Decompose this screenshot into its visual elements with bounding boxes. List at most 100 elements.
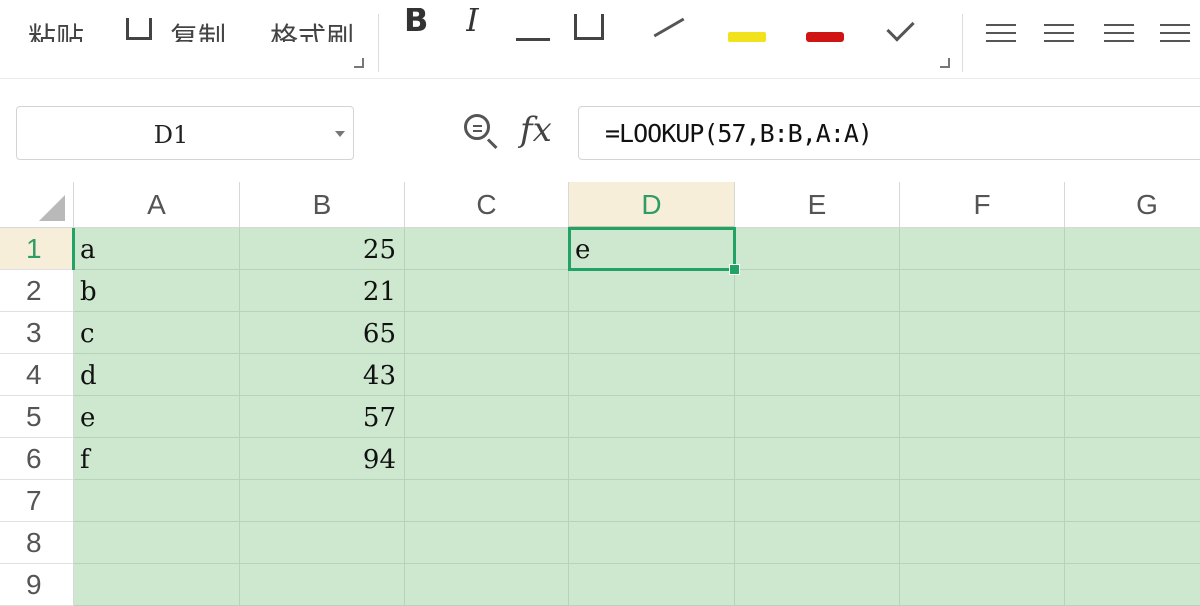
cell-g5[interactable] (1065, 396, 1200, 438)
cell-d1[interactable]: e (568, 227, 736, 271)
clear-format-icon[interactable] (882, 8, 922, 42)
row-header-4[interactable]: 4 (0, 354, 74, 396)
cell-f4[interactable] (900, 354, 1065, 396)
cell-d5[interactable] (569, 396, 735, 438)
cell-g7[interactable] (1065, 480, 1200, 522)
formula-input[interactable]: =LOOKUP(57,B:B,A:A) (578, 106, 1200, 160)
cell-g9[interactable] (1065, 564, 1200, 606)
cell-c4[interactable] (405, 354, 569, 396)
cell-f2[interactable] (900, 270, 1065, 312)
cell-c3[interactable] (405, 312, 569, 354)
cell-a3[interactable]: c (74, 312, 240, 354)
cell-f7[interactable] (900, 480, 1065, 522)
clipboard-dialog-launcher[interactable] (354, 58, 364, 68)
cell-g2[interactable] (1065, 270, 1200, 312)
cell-f1[interactable] (900, 228, 1065, 270)
row-header-2[interactable]: 2 (0, 270, 74, 312)
align-middle-icon[interactable] (1044, 22, 1078, 42)
fill-handle[interactable] (729, 264, 740, 275)
column-header-b[interactable]: B (240, 182, 405, 228)
cell-d4[interactable] (569, 354, 735, 396)
row-header-7[interactable]: 7 (0, 480, 74, 522)
italic-icon[interactable]: I (466, 8, 486, 42)
cell-e2[interactable] (735, 270, 900, 312)
cell-b8[interactable] (240, 522, 405, 564)
cell-e9[interactable] (735, 564, 900, 606)
underline-icon[interactable] (516, 8, 552, 42)
zoom-icon[interactable] (462, 112, 502, 152)
font-dialog-launcher[interactable] (940, 58, 950, 68)
select-all-button[interactable] (0, 182, 74, 228)
cell-g8[interactable] (1065, 522, 1200, 564)
cell-a5[interactable]: e (74, 396, 240, 438)
copy-icon[interactable] (126, 18, 152, 40)
row-header-8[interactable]: 8 (0, 522, 74, 564)
column-header-c[interactable]: C (405, 182, 569, 228)
cell-b9[interactable] (240, 564, 405, 606)
cell-a2[interactable]: b (74, 270, 240, 312)
cell-f5[interactable] (900, 396, 1065, 438)
border-icon[interactable] (572, 8, 608, 42)
row-header-1[interactable]: 1 (0, 228, 74, 270)
row-header-3[interactable]: 3 (0, 312, 74, 354)
cell-c9[interactable] (405, 564, 569, 606)
cell-c8[interactable] (405, 522, 569, 564)
cell-e1[interactable] (735, 228, 900, 270)
cell-a7[interactable] (74, 480, 240, 522)
column-header-f[interactable]: F (900, 182, 1065, 228)
cell-g1[interactable] (1065, 228, 1200, 270)
cell-e4[interactable] (735, 354, 900, 396)
cell-b2[interactable]: 21 (240, 270, 405, 312)
cell-f9[interactable] (900, 564, 1065, 606)
column-header-g[interactable]: G (1065, 182, 1200, 228)
cell-e8[interactable] (735, 522, 900, 564)
cell-g6[interactable] (1065, 438, 1200, 480)
cell-b7[interactable] (240, 480, 405, 522)
bold-icon[interactable]: B (404, 8, 440, 42)
cell-c1[interactable] (405, 228, 569, 270)
cell-d2[interactable] (569, 270, 735, 312)
column-header-e[interactable]: E (735, 182, 900, 228)
fx-icon[interactable]: fx (520, 108, 560, 152)
cell-c6[interactable] (405, 438, 569, 480)
name-box[interactable]: D1 (16, 106, 354, 160)
cell-b6[interactable]: 94 (240, 438, 405, 480)
cell-c7[interactable] (405, 480, 569, 522)
cell-d6[interactable] (569, 438, 735, 480)
cell-e7[interactable] (735, 480, 900, 522)
cell-d8[interactable] (569, 522, 735, 564)
cell-d3[interactable] (569, 312, 735, 354)
copy-button[interactable]: 复制 (170, 8, 230, 42)
cell-b4[interactable]: 43 (240, 354, 405, 396)
cell-b3[interactable]: 65 (240, 312, 405, 354)
cell-c5[interactable] (405, 396, 569, 438)
row-header-9[interactable]: 9 (0, 564, 74, 606)
cell-a6[interactable]: f (74, 438, 240, 480)
paste-button[interactable]: 粘贴 (28, 8, 88, 42)
highlight-color-icon[interactable] (728, 8, 768, 42)
cell-a4[interactable]: d (74, 354, 240, 396)
row-header-5[interactable]: 5 (0, 396, 74, 438)
cell-b5[interactable]: 57 (240, 396, 405, 438)
cell-e3[interactable] (735, 312, 900, 354)
format-painter-button[interactable]: 格式刷 (270, 8, 360, 42)
cell-g3[interactable] (1065, 312, 1200, 354)
row-header-6[interactable]: 6 (0, 438, 74, 480)
column-header-a[interactable]: A (74, 182, 240, 228)
fill-color-icon[interactable] (648, 8, 692, 42)
cell-f6[interactable] (900, 438, 1065, 480)
align-top-icon[interactable] (986, 22, 1020, 42)
chevron-down-icon[interactable] (335, 131, 345, 137)
cell-b1[interactable]: 25 (240, 228, 405, 270)
cell-d7[interactable] (569, 480, 735, 522)
cell-f8[interactable] (900, 522, 1065, 564)
cell-d9[interactable] (569, 564, 735, 606)
cell-f3[interactable] (900, 312, 1065, 354)
cell-a9[interactable] (74, 564, 240, 606)
align-bottom-icon[interactable] (1104, 22, 1138, 42)
column-header-d[interactable]: D (569, 182, 735, 228)
font-color-icon[interactable] (806, 8, 846, 42)
cell-e6[interactable] (735, 438, 900, 480)
cell-a1[interactable]: a (74, 228, 240, 270)
cell-c2[interactable] (405, 270, 569, 312)
